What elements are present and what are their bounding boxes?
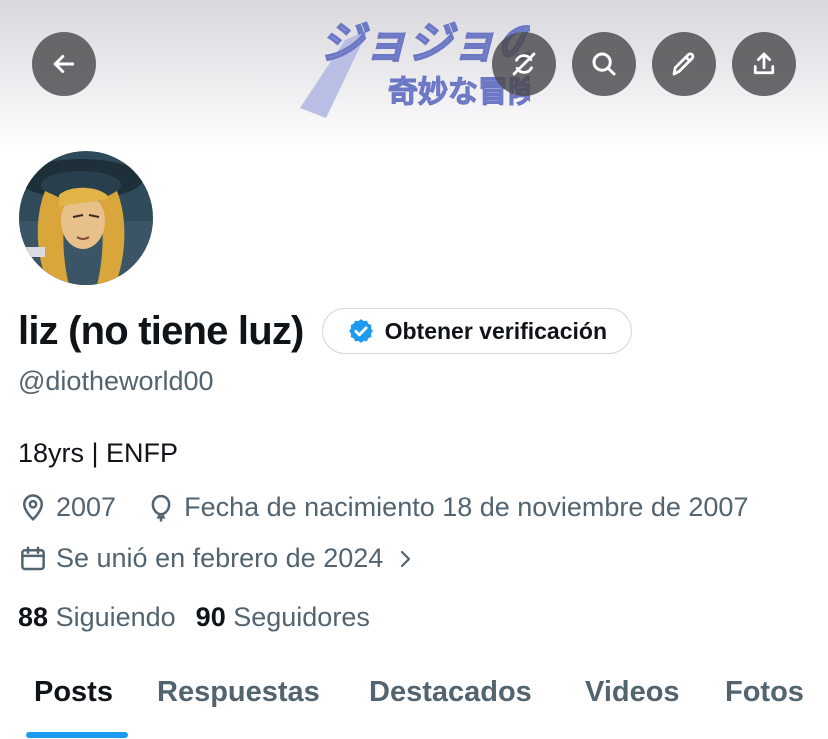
search-icon	[592, 52, 616, 76]
following-count: 88	[18, 602, 49, 632]
display-name: liz (no tiene luz)	[18, 308, 304, 353]
tab-highlights[interactable]: Destacados	[369, 676, 532, 709]
profile-handle: @diotheworld00	[18, 366, 214, 396]
profile-meta-row: 2007 Fecha de nacimiento 18 de noviembre…	[18, 492, 748, 523]
share-icon	[753, 52, 775, 75]
birthday-text: Fecha de nacimiento 18 de noviembre de 2…	[184, 492, 749, 522]
follow-stats: 88 Siguiendo 90 Seguidores	[18, 602, 370, 633]
avatar-image	[19, 151, 153, 285]
tab-replies[interactable]: Respuestas	[157, 676, 320, 709]
translate-off-button[interactable]	[492, 32, 556, 96]
profile-tabs: Posts Respuestas Destacados Videos Fotos	[0, 668, 828, 739]
get-verified-button[interactable]: Obtener verificación	[321, 308, 633, 354]
no-sync-icon	[512, 52, 536, 76]
get-verified-label: Obtener verificación	[384, 317, 608, 344]
joined-row[interactable]: Se unió en febrero de 2024	[18, 543, 417, 574]
balloon-icon	[151, 494, 171, 522]
edit-button[interactable]	[652, 32, 716, 96]
profile-avatar[interactable]	[14, 146, 158, 290]
pencil-icon	[672, 52, 695, 76]
following-link[interactable]: 88 Siguiendo	[18, 602, 176, 633]
share-button[interactable]	[732, 32, 796, 96]
name-row: liz (no tiene luz) Obtener verificación	[18, 308, 633, 354]
tab-photos[interactable]: Fotos	[725, 676, 804, 709]
tab-videos[interactable]: Videos	[585, 676, 680, 709]
followers-link[interactable]: 90 Seguidores	[196, 602, 370, 633]
location-text: 2007	[56, 492, 117, 522]
active-tab-indicator	[26, 732, 128, 738]
following-label: Siguiendo	[55, 602, 176, 632]
profile-bio: 18yrs | ENFP	[18, 438, 179, 468]
location-pin-icon	[22, 493, 44, 521]
calendar-icon	[21, 546, 45, 570]
chevron-right-icon	[401, 550, 411, 567]
back-arrow-icon	[53, 55, 75, 73]
followers-label: Seguidores	[233, 602, 370, 632]
joined-text: Se unió en febrero de 2024	[56, 543, 384, 573]
tab-posts[interactable]: Posts	[34, 676, 113, 709]
followers-count: 90	[195, 602, 226, 632]
search-button[interactable]	[572, 32, 636, 96]
verified-badge-icon	[348, 319, 373, 343]
back-button[interactable]	[32, 32, 96, 96]
